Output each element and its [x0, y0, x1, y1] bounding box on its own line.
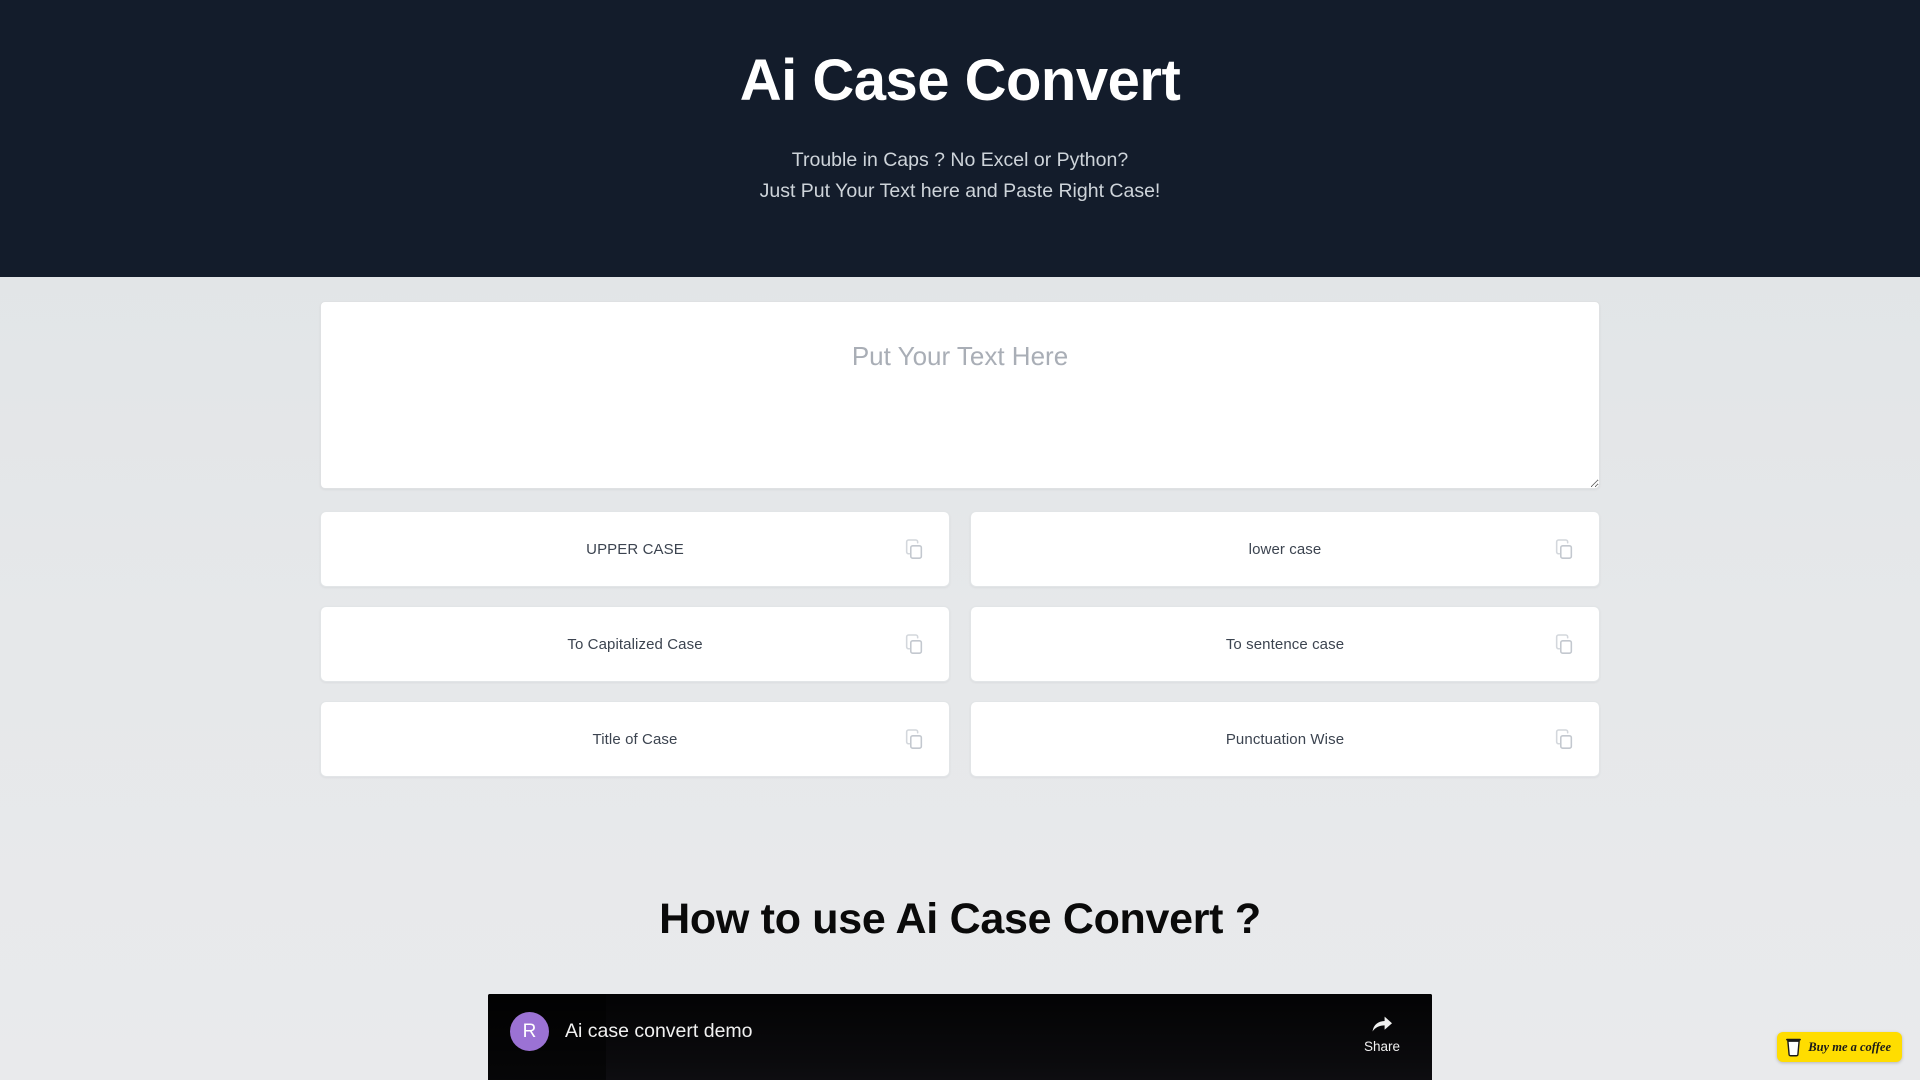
app-page: Ai Case Convert Trouble in Caps ? No Exc…	[0, 0, 1920, 1080]
case-card-punctuation-wise[interactable]: Punctuation Wise	[970, 701, 1600, 777]
coffee-cup-icon	[1786, 1038, 1802, 1056]
copy-icon	[1555, 729, 1573, 749]
copy-icon	[905, 634, 923, 654]
avatar: R	[510, 1012, 549, 1051]
case-label: To Capitalized Case	[567, 635, 703, 653]
copy-icon	[1555, 634, 1573, 654]
copy-icon-button-title-of-case[interactable]	[901, 726, 927, 752]
case-button-grid: UPPER CASE lower case To Capitalized Cas…	[320, 511, 1600, 777]
case-label: lower case	[1248, 540, 1322, 558]
share-arrow-icon	[1372, 1016, 1392, 1032]
share-label: Share	[1363, 1039, 1401, 1054]
case-card-sentence-case[interactable]: To sentence case	[970, 606, 1600, 682]
copy-icon-button-sentence-case[interactable]	[1551, 631, 1577, 657]
copy-icon	[905, 729, 923, 749]
hero-subtitle: Trouble in Caps ? No Excel or Python? Ju…	[760, 145, 1161, 208]
hero-header: Ai Case Convert Trouble in Caps ? No Exc…	[0, 0, 1920, 277]
video-title: Ai case convert demo	[565, 1020, 753, 1042]
copy-icon-button-punctuation-wise[interactable]	[1551, 726, 1577, 752]
copy-icon-button-upper-case[interactable]	[901, 536, 927, 562]
copy-icon	[905, 539, 923, 559]
video-top-overlay: R Ai case convert demo Share	[488, 994, 1432, 1080]
case-label: Punctuation Wise	[1225, 730, 1345, 748]
copy-icon	[1555, 539, 1573, 559]
case-card-title-of-case[interactable]: Title of Case	[320, 701, 950, 777]
share-button[interactable]: Share	[1352, 1012, 1412, 1054]
case-label: Title of Case	[592, 730, 678, 748]
case-card-lower-case[interactable]: lower case	[970, 511, 1600, 587]
input-area	[320, 301, 1600, 489]
hero-subtitle-line-1: Trouble in Caps ? No Excel or Python?	[791, 148, 1129, 171]
hero-subtitle-line-2: Just Put Your Text here and Paste Right …	[759, 180, 1161, 203]
main-content: UPPER CASE lower case	[320, 277, 1600, 1080]
source-text-input[interactable]	[320, 301, 1600, 489]
case-label: UPPER CASE	[586, 540, 684, 558]
copy-icon-button-capitalized-case[interactable]	[901, 631, 927, 657]
video-player[interactable]: R Ai case convert demo Share	[488, 994, 1432, 1080]
buy-me-a-coffee-badge[interactable]: Buy me a coffee	[1777, 1032, 1902, 1062]
copy-icon-button-lower-case[interactable]	[1551, 536, 1577, 562]
demo-video-container: R Ai case convert demo Share	[488, 994, 1432, 1080]
case-card-capitalized-case[interactable]: To Capitalized Case	[320, 606, 950, 682]
page-title: Ai Case Convert	[739, 48, 1181, 113]
case-label: To sentence case	[1225, 635, 1345, 653]
buy-me-a-coffee-label: Buy me a coffee	[1808, 1039, 1891, 1054]
case-card-upper-case[interactable]: UPPER CASE	[320, 511, 950, 587]
howto-section: How to use Ai Case Convert ?	[320, 895, 1600, 944]
howto-heading: How to use Ai Case Convert ?	[659, 895, 1261, 943]
